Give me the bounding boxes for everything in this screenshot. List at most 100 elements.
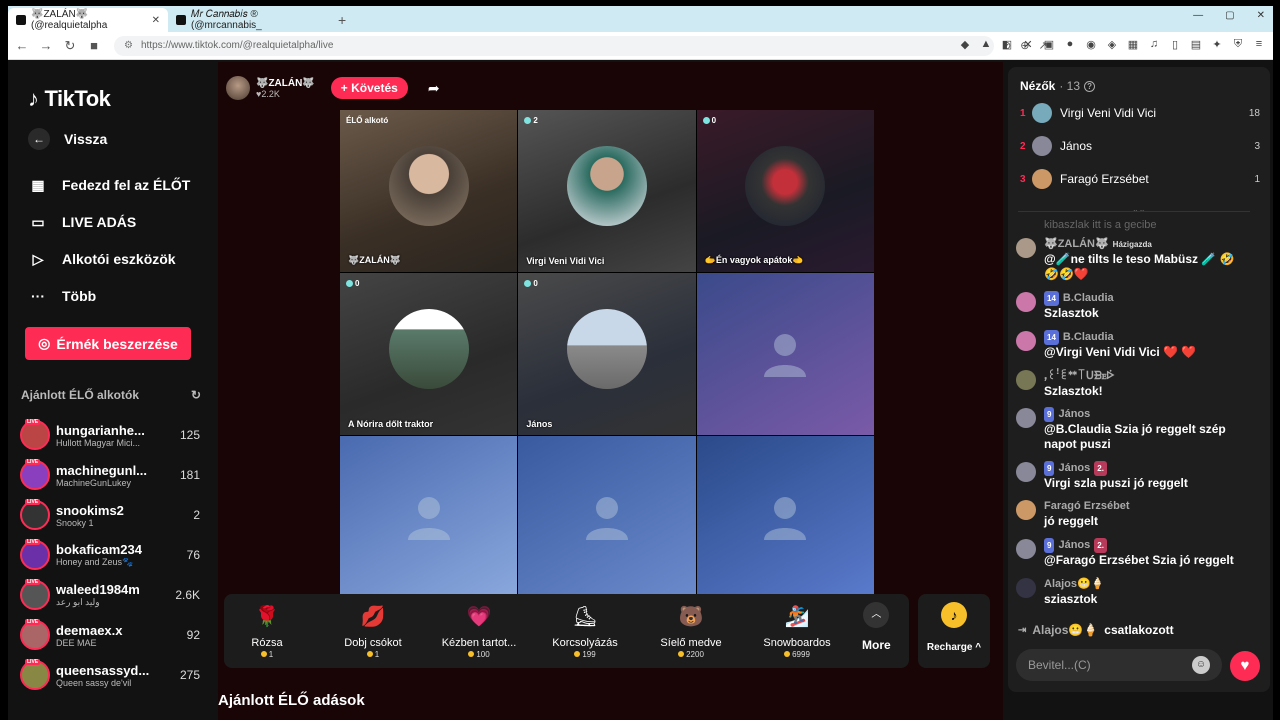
close-window-icon[interactable]: ✕: [1257, 10, 1265, 21]
tab-active[interactable]: 🐺ZALÁN🐺 (@realquietalpha ✕: [8, 8, 168, 32]
avatar[interactable]: [1016, 331, 1036, 351]
extension-icon[interactable]: ▣: [1043, 38, 1055, 51]
avatar[interactable]: [1016, 539, 1036, 559]
viewer-name: Virgi Veni Vidi Vici: [1060, 106, 1157, 120]
chat-input[interactable]: Bevitel...(C) ☺: [1016, 649, 1222, 681]
recommended-creator[interactable]: LIVE waleed1984m وليد ابو رعد 2.6K: [20, 577, 200, 613]
refresh-icon[interactable]: ↻: [191, 388, 201, 402]
chat-username[interactable]: ꓹ꒰ꜝ꒲ᕯ꓄ᑌᗿꭼᢰ: [1044, 369, 1115, 384]
extension-icon[interactable]: ◉: [1085, 38, 1097, 51]
site-settings-icon[interactable]: ⚙: [124, 40, 133, 51]
avatar[interactable]: [1016, 370, 1036, 390]
chat-username[interactable]: János: [1058, 407, 1090, 422]
recommended-creator[interactable]: LIVE deemaex.x DEE MAE 92: [20, 617, 200, 653]
top-viewer[interactable]: 1 Virgi Veni Vidi Vici 18: [1020, 101, 1260, 125]
empty-guest-slot[interactable]: [340, 436, 518, 598]
nav-back[interactable]: ← Vissza: [28, 128, 107, 150]
nav-creator-tools[interactable]: ▷ Alkotói eszközök: [28, 249, 176, 269]
avatar[interactable]: [1016, 500, 1036, 520]
heart-icon[interactable]: ♥: [1230, 651, 1260, 681]
get-coins-button[interactable]: ◎ Érmék beszerzése: [25, 327, 191, 360]
recommended-creator[interactable]: LIVE bokaficam234 Honey and Zeus🐾 76: [20, 537, 200, 573]
chat-username[interactable]: B.Claudia: [1063, 330, 1114, 345]
avatar[interactable]: [1016, 238, 1036, 258]
recommended-creator[interactable]: LIVE hungarianhe... Hullott Magyar Mici.…: [20, 417, 200, 453]
gift-item[interactable]: 💗 Kézben tartot... 100: [429, 602, 529, 659]
guest-slot[interactable]: 0 A Nórira dőlt traktor: [340, 273, 518, 435]
gift-item[interactable]: 🏂 Snowboardos 6999: [747, 602, 847, 659]
chat-username[interactable]: János: [1058, 461, 1090, 476]
gift-item[interactable]: 💋 Dobj csókot 1: [323, 602, 423, 659]
chat-text: jó reggelt: [1044, 514, 1099, 528]
gift-item[interactable]: ⛸ Korcsolyázás 199: [535, 602, 635, 659]
music-icon[interactable]: ♫: [1148, 38, 1160, 51]
gift-item[interactable]: 🌹 Rózsa 1: [217, 602, 317, 659]
chat-username[interactable]: Alajos😬🍦: [1044, 577, 1104, 592]
empty-guest-slot[interactable]: [696, 273, 874, 435]
forward-icon[interactable]: →: [36, 38, 56, 53]
nav-explore-live[interactable]: ▦ Fedezd fel az ÉLŐT: [28, 175, 190, 195]
empty-guest-slot[interactable]: [696, 436, 874, 598]
follow-button[interactable]: + Követés: [330, 77, 408, 99]
chat-username[interactable]: János: [1058, 538, 1090, 553]
new-tab-button[interactable]: +: [328, 8, 356, 32]
top-viewer[interactable]: 2 János 3: [1020, 134, 1260, 158]
gift-price-value: 100: [476, 650, 490, 659]
guest-slot[interactable]: 0 János: [518, 273, 696, 435]
extension-icon[interactable]: ▦: [1127, 38, 1139, 51]
recharge-button[interactable]: ♪ Recharge ^: [918, 594, 990, 668]
recommended-creator[interactable]: LIVE queensassyd... Queen sassy de'vil 2…: [20, 657, 200, 693]
shield-icon[interactable]: ◆: [959, 38, 971, 51]
reload-icon[interactable]: ↻: [60, 38, 80, 54]
chat-username[interactable]: B.Claudia: [1063, 291, 1114, 306]
host-name[interactable]: 🐺ZALÁN🐺: [256, 78, 315, 89]
avatar[interactable]: [1016, 408, 1036, 428]
recommended-creator[interactable]: LIVE snookims2 Snooky 1 2: [20, 497, 200, 533]
guest-avatar: [745, 146, 826, 226]
url-field[interactable]: ⚙ https://www.tiktok.com/@realquietalpha…: [114, 35, 994, 56]
guest-slot[interactable]: 0 🫱Én vagyok apátok🫲: [696, 110, 874, 272]
vpn-icon[interactable]: ⛨: [1232, 38, 1244, 51]
chat-message: Faragó Erzsébet jó reggelt: [1016, 499, 1264, 529]
bookmark-icon[interactable]: ■: [84, 38, 104, 53]
avatar[interactable]: [1016, 292, 1036, 312]
more-gifts-button[interactable]: ︿ More: [862, 602, 891, 652]
level-badge: 9: [1044, 538, 1055, 553]
extension-icon[interactable]: ✕: [1022, 38, 1034, 51]
share-icon[interactable]: ➦: [428, 80, 440, 97]
extension-icon[interactable]: ✦: [1211, 38, 1223, 51]
extension-icon[interactable]: ◧: [1001, 38, 1013, 51]
guest-slot[interactable]: ÉLŐ alkotó 🐺ZALÁN🐺: [340, 110, 518, 272]
sidebar-icon[interactable]: ▯: [1169, 38, 1181, 51]
extension-icon[interactable]: ●: [1064, 38, 1076, 51]
minimize-icon[interactable]: —: [1193, 10, 1203, 21]
menu-icon[interactable]: ≡: [1253, 38, 1265, 51]
chat-username[interactable]: Faragó Erzsébet: [1044, 499, 1130, 514]
browser-window: 🐺ZALÁN🐺 (@realquietalpha ✕ 𝑀𝑟 𝐶𝑎𝑛𝑛𝑎𝑏𝑖𝑠 ®…: [8, 6, 1273, 720]
tiktok-logo[interactable]: ♪ TikTok: [28, 86, 111, 112]
info-icon[interactable]: ?: [1084, 80, 1096, 92]
viewer-rank: 3: [1020, 173, 1026, 185]
nav-live-studio[interactable]: ▭ LIVE ADÁS: [28, 212, 136, 232]
back-icon[interactable]: ←: [12, 38, 32, 53]
avatar[interactable]: [1016, 578, 1036, 598]
join-user[interactable]: Alajos😬🍦: [1032, 623, 1098, 637]
tab-inactive[interactable]: 𝑀𝑟 𝐶𝑎𝑛𝑛𝑎𝑏𝑖𝑠 ® (@mrcannabis_: [168, 8, 328, 32]
gift-item[interactable]: 🐻 Síelő medve 2200: [641, 602, 741, 659]
close-icon[interactable]: ✕: [152, 15, 160, 26]
extension-triangle-icon[interactable]: ▲: [980, 38, 992, 51]
nav-more[interactable]: ··· Több: [28, 286, 96, 306]
extension-icon[interactable]: ◈: [1106, 38, 1118, 51]
recommended-creator[interactable]: LIVE machinegunl... MachineGunLukey 181: [20, 457, 200, 493]
maximize-icon[interactable]: ▢: [1225, 10, 1234, 21]
empty-guest-slot[interactable]: [518, 436, 696, 598]
avatar[interactable]: [1016, 462, 1036, 482]
wallet-icon[interactable]: ▤: [1190, 38, 1202, 51]
chat-text: @Virgi Veni Vidi Vici ❤️ ❤️: [1044, 345, 1197, 359]
host-avatar[interactable]: [226, 76, 250, 100]
chat-username[interactable]: 🐺ZALÁN🐺: [1044, 237, 1109, 252]
guest-slot[interactable]: 2 Virgi Veni Vidi Vici: [518, 110, 696, 272]
top-viewer[interactable]: 3 Faragó Erzsébet 1: [1020, 167, 1260, 191]
chevron-down-icon[interactable]: ⌄⌄: [1132, 205, 1145, 214]
emoji-icon[interactable]: ☺: [1192, 656, 1210, 674]
